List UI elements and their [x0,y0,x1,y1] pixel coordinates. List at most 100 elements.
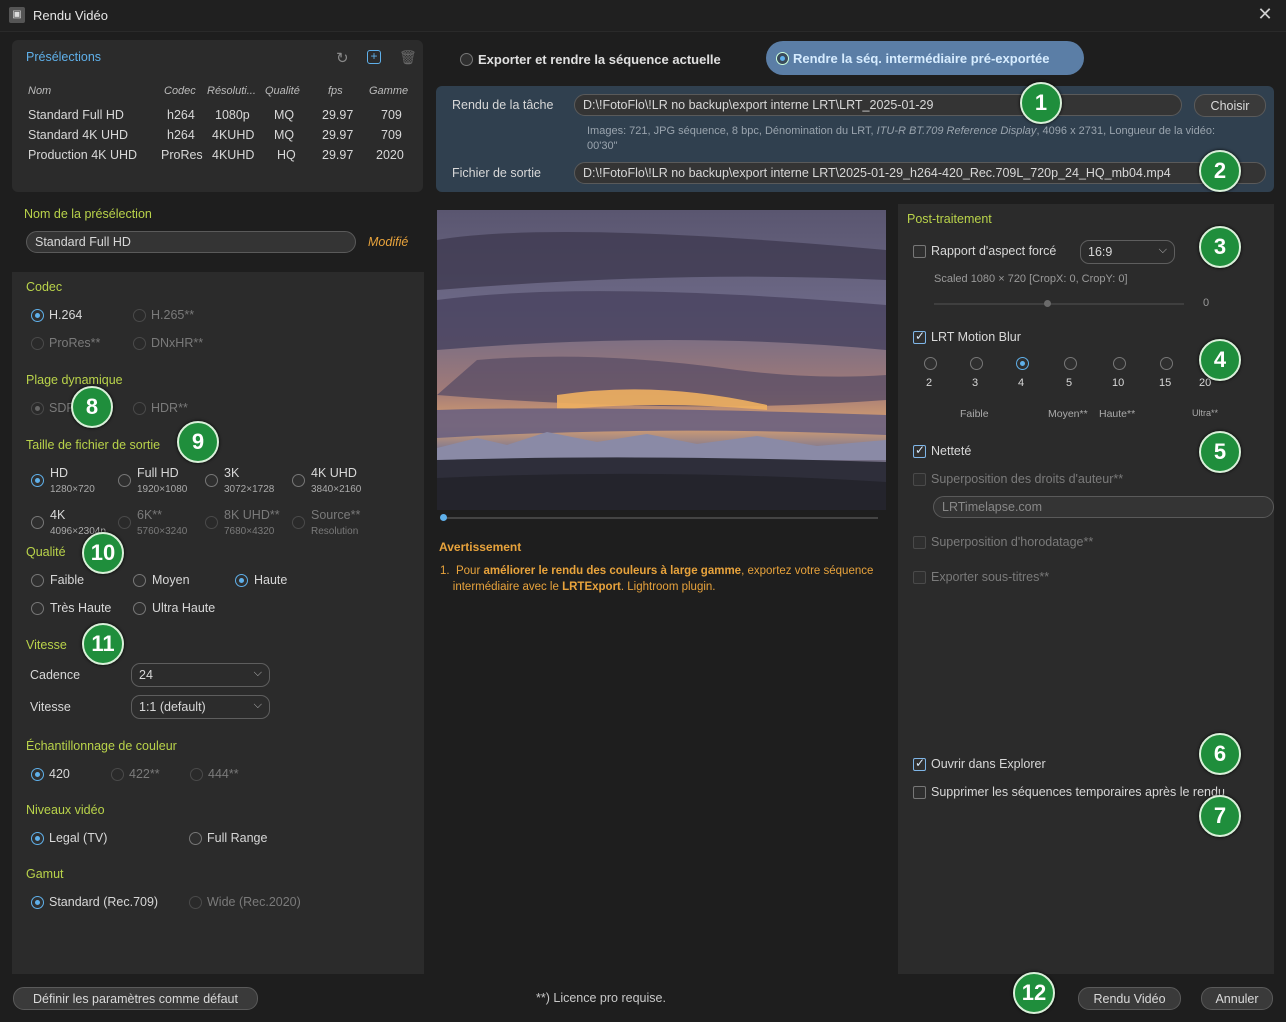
aspect-select[interactable]: 16:9 ⌵ [1080,240,1175,264]
timestamp-checkbox[interactable] [913,536,926,549]
quality-medium-label[interactable]: Moyen [152,573,190,587]
chroma-444-label[interactable]: 444** [208,767,239,781]
size-8k-label[interactable]: 8K UHD** [224,508,280,522]
mode-render-radio[interactable] [776,52,789,65]
size-hd-label[interactable]: HD [50,466,68,480]
cadence-select[interactable]: 24 ⌵ [131,663,270,687]
sharpness-checkbox[interactable] [913,443,926,458]
codec-dnxhr-radio[interactable] [133,337,146,350]
quality-ultra-radio[interactable] [133,602,146,615]
header-name[interactable]: Nom [28,85,51,97]
output-path-input[interactable]: D:\!FotoFlo\!LR no backup\export interne… [574,162,1266,184]
preset-name-input[interactable]: Standard Full HD [26,231,356,253]
timestamp-label[interactable]: Superposition d'horodatage** [931,535,1093,549]
size-source-label[interactable]: Source** [311,508,360,522]
chroma-420-label[interactable]: 420 [49,767,70,781]
copyright-input[interactable]: LRTimelapse.com [933,496,1274,518]
codec-h264-label[interactable]: H.264 [49,308,82,322]
delete-temp-label[interactable]: Supprimer les séquences temporaires aprè… [931,785,1225,799]
sharpness-label[interactable]: Netteté [931,444,971,458]
size-3k-label[interactable]: 3K [224,466,239,480]
speed-select[interactable]: 1:1 (default) ⌵ [131,695,270,719]
levels-full-radio[interactable] [189,832,202,845]
gamut-wide-radio[interactable] [189,896,202,909]
size-4kuhd-radio[interactable] [292,474,305,487]
quality-low-radio[interactable] [31,574,44,587]
codec-prores-radio[interactable] [31,337,44,350]
mode-export-option[interactable]: Exporter et rendre la séquence actuelle [450,44,758,76]
mode-export-radio[interactable] [460,53,473,66]
blur-4-radio[interactable] [1016,357,1029,370]
subtitles-label[interactable]: Exporter sous-titres** [931,570,1049,584]
header-quality[interactable]: Qualité [265,85,300,97]
levels-legal-radio[interactable] [31,832,44,845]
quality-high-radio[interactable] [235,574,248,587]
size-6k-label[interactable]: 6K** [137,508,162,522]
blur-5-radio[interactable] [1064,357,1077,370]
aspect-label[interactable]: Rapport d'aspect forcé [931,244,1056,258]
refresh-icon[interactable]: ↻ [336,49,349,67]
quality-high-label[interactable]: Haute [254,573,287,587]
cancel-button[interactable]: Annuler [1201,987,1273,1010]
video-preview[interactable] [437,210,886,510]
size-8k-radio[interactable] [205,516,218,529]
size-4k-radio[interactable] [31,516,44,529]
header-resolution[interactable]: Résoluti... [207,85,256,97]
set-defaults-button[interactable]: Définir les paramètres comme défaut [13,987,258,1010]
render-video-button[interactable]: Rendu Vidéo [1078,987,1181,1010]
size-4k-label[interactable]: 4K [50,508,65,522]
blur-3-radio[interactable] [970,357,983,370]
open-explorer-checkbox[interactable] [913,756,926,771]
codec-h264-radio[interactable] [31,309,44,322]
gamut-standard-label[interactable]: Standard (Rec.709) [49,895,158,909]
size-fullhd-label[interactable]: Full HD [137,466,179,480]
codec-dnxhr-label[interactable]: DNxHR** [151,336,203,350]
blur-15-radio[interactable] [1160,357,1173,370]
trash-icon[interactable]: 🗑 [399,49,417,66]
header-fps[interactable]: fps [328,85,343,97]
quality-veryhigh-radio[interactable] [31,602,44,615]
close-icon[interactable]: ✕ [1255,4,1275,25]
hdr-radio[interactable] [133,402,146,415]
hdr-label[interactable]: HDR** [151,401,188,415]
gamut-standard-radio[interactable] [31,896,44,909]
quality-medium-radio[interactable] [133,574,146,587]
quality-veryhigh-label[interactable]: Très Haute [50,601,111,615]
copyright-label[interactable]: Superposition des droits d'auteur** [931,472,1123,486]
motion-blur-label[interactable]: LRT Motion Blur [931,330,1021,344]
size-6k-radio[interactable] [118,516,131,529]
size-source-radio[interactable] [292,516,305,529]
add-preset-icon[interactable]: + [367,50,381,64]
levels-legal-label[interactable]: Legal (TV) [49,831,107,845]
quality-low-label[interactable]: Faible [50,573,84,587]
size-4kuhd-label[interactable]: 4K UHD [311,466,357,480]
chroma-420-radio[interactable] [31,768,44,781]
quality-ultra-label[interactable]: Ultra Haute [152,601,215,615]
motion-blur-checkbox[interactable] [913,329,926,344]
size-hd-radio[interactable] [31,474,44,487]
header-gamut[interactable]: Gamme [369,85,408,97]
crop-slider-track[interactable] [934,303,1184,305]
codec-h265-label[interactable]: H.265** [151,308,194,322]
mode-render-option[interactable]: Rendre la séq. intermédiaire pré-exporté… [766,41,1084,75]
chroma-444-radio[interactable] [190,768,203,781]
size-fullhd-radio[interactable] [118,474,131,487]
chroma-422-radio[interactable] [111,768,124,781]
task-path-input[interactable]: D:\!FotoFlo\!LR no backup\export interne… [574,94,1182,116]
blur-10-radio[interactable] [1113,357,1126,370]
delete-temp-checkbox[interactable] [913,786,926,799]
chroma-422-label[interactable]: 422** [129,767,160,781]
crop-slider-handle[interactable] [1043,300,1051,307]
subtitles-checkbox[interactable] [913,571,926,584]
blur-2-radio[interactable] [924,357,937,370]
codec-h265-radio[interactable] [133,309,146,322]
timeline-handle[interactable] [440,514,447,521]
aspect-checkbox[interactable] [913,245,926,258]
timeline-scrubber[interactable] [441,517,878,519]
sdr-radio[interactable] [31,402,44,415]
open-explorer-label[interactable]: Ouvrir dans Explorer [931,757,1046,771]
copyright-checkbox[interactable] [913,473,926,486]
levels-full-label[interactable]: Full Range [207,831,267,845]
size-3k-radio[interactable] [205,474,218,487]
codec-prores-label[interactable]: ProRes** [49,336,100,350]
